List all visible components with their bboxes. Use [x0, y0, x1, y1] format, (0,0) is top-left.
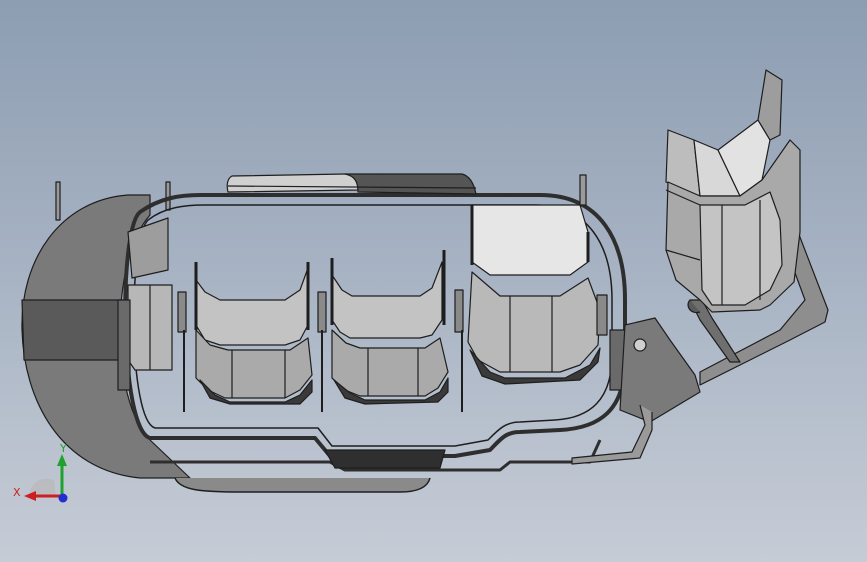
floating-cradle: [665, 69, 801, 313]
y-axis-arrow-icon: [57, 454, 67, 466]
x-axis-label: X: [13, 486, 21, 499]
hinge-hole: [633, 338, 647, 352]
z-axis-icon: [58, 493, 68, 503]
y-axis-label: Y: [59, 442, 67, 455]
orientation-triad: Y X: [13, 442, 68, 503]
bracket-3: [467, 174, 601, 385]
bracket-1: [194, 262, 313, 405]
cad-model-view[interactable]: [0, 0, 867, 562]
bracket-2: [330, 250, 449, 405]
bottom-clamp: [324, 449, 446, 469]
x-axis-arrow-icon: [24, 491, 36, 501]
top-handle: [226, 173, 477, 195]
cad-viewport[interactable]: Y X: [0, 0, 867, 562]
